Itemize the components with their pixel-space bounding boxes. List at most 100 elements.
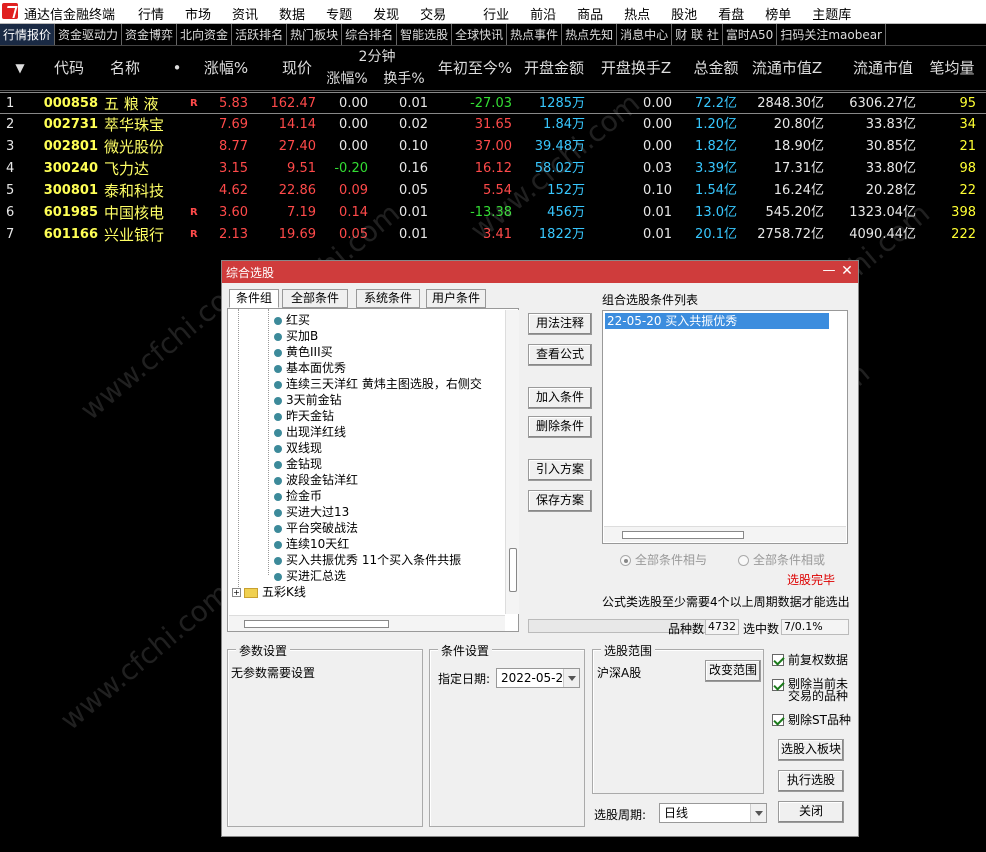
col-total-amount[interactable]: 总金额 <box>690 46 742 91</box>
subtab-item[interactable]: 系统条件 <box>356 289 420 308</box>
table-row[interactable]: 1 000858 五 粮 液 R 5.83 162.47 0.00 0.01 -27.03 128… <box>0 92 986 114</box>
col-float-mcap-z[interactable]: 流通市值Z <box>748 46 826 91</box>
change-range-button[interactable]: 改变范围 <box>705 660 761 682</box>
tab-item[interactable]: 资金驱动力 <box>55 24 123 45</box>
radio-all-or[interactable]: 全部条件相或 <box>738 551 825 568</box>
tree-vscroll-thumb[interactable] <box>509 548 517 592</box>
tab-item[interactable]: 北向资金 <box>177 24 233 45</box>
tab-item[interactable]: 富时A50 <box>723 24 778 45</box>
col-price[interactable]: 现价 <box>274 46 320 91</box>
tree-item[interactable]: 基本面优秀 <box>274 360 346 376</box>
col-name[interactable]: 名称 <box>100 46 150 91</box>
mid-button[interactable]: 用法注释 <box>528 313 592 335</box>
col-code[interactable]: 代码 <box>40 46 98 91</box>
col-2min-change[interactable]: 涨幅% <box>322 68 372 91</box>
mid-button[interactable]: 删除条件 <box>528 416 592 438</box>
action-button[interactable]: 选股入板块 <box>778 739 844 761</box>
mid-button[interactable]: 加入条件 <box>528 387 592 409</box>
menu-item[interactable]: 数据 <box>279 4 305 23</box>
menu-item[interactable]: 行业 <box>483 4 509 23</box>
tab-item[interactable]: 热门板块 <box>287 24 343 45</box>
tree-folder[interactable]: + 五彩K线 <box>232 584 306 600</box>
tree-item[interactable]: 出现洋红线 <box>274 424 346 440</box>
tree-item[interactable]: 买进汇总选 <box>274 568 346 584</box>
menu-item[interactable]: 市场 <box>185 4 211 23</box>
subtab-item[interactable]: 条件组 <box>229 289 279 308</box>
period-select[interactable]: 日线 <box>659 803 767 823</box>
date-picker[interactable]: 2022-05-20 <box>496 668 580 688</box>
chevron-down-icon[interactable] <box>750 804 766 822</box>
tree-item[interactable]: 捡金币 <box>274 488 322 504</box>
tree-item[interactable]: 买进大过13 <box>274 504 349 520</box>
condition-list-hscrollbar[interactable] <box>604 526 846 542</box>
menu-item[interactable]: 交易 <box>420 4 446 23</box>
tree-item[interactable]: 连续10天红 <box>274 536 349 552</box>
menu-item[interactable]: 热点 <box>624 4 650 23</box>
close-icon[interactable]: ✕ <box>840 263 854 279</box>
chevron-down-icon[interactable] <box>563 669 579 687</box>
tree-item[interactable]: 买入共振优秀 11个买入条件共振 <box>274 552 461 568</box>
tree-item[interactable]: 黄色III买 <box>274 344 333 360</box>
menu-item[interactable]: 资讯 <box>232 4 258 23</box>
menu-item[interactable]: 行情 <box>138 4 164 23</box>
radio-all-and[interactable]: 全部条件相与 <box>620 551 707 568</box>
col-open-amount[interactable]: 开盘金额 <box>518 46 590 91</box>
menu-item[interactable]: 主题库 <box>812 4 851 23</box>
tree-item[interactable]: 买加B <box>274 328 318 344</box>
menu-item[interactable]: 股池 <box>671 4 697 23</box>
tree-item[interactable]: 双线现 <box>274 440 322 456</box>
col-2min-turnover[interactable]: 换手% <box>376 68 432 91</box>
tab-item[interactable]: 活跃排名 <box>232 24 288 45</box>
menu-item[interactable]: 看盘 <box>718 4 744 23</box>
col-change-pct[interactable]: 涨幅% <box>200 46 252 91</box>
tree-item[interactable]: 红买 <box>274 312 310 328</box>
tree-item[interactable]: 金钻现 <box>274 456 322 472</box>
tab-item[interactable]: 综合排名 <box>342 24 398 45</box>
tab-item[interactable]: 热点先知 <box>562 24 618 45</box>
table-row[interactable]: 2 002731 萃华珠宝 7.69 14.14 0.00 0.02 31.65 1.84 万 0.… <box>0 114 986 136</box>
tab-item[interactable]: 消息中心 <box>617 24 673 45</box>
tree-item[interactable]: 波段金钻洋红 <box>274 472 358 488</box>
col-open-turnover[interactable]: 开盘换手Z <box>596 46 676 91</box>
tab-item[interactable]: 资金博弈 <box>122 24 178 45</box>
tab-item[interactable]: 行情报价 <box>0 24 56 45</box>
tab-item[interactable]: 扫码关注maobear <box>777 24 886 45</box>
sort-arrow-icon[interactable]: ▼ <box>8 46 32 91</box>
menu-item[interactable]: 榜单 <box>765 4 791 23</box>
tree-item[interactable]: 3天前金钻 <box>274 392 342 408</box>
tree-hscroll-thumb[interactable] <box>244 620 389 628</box>
action-button[interactable]: 执行选股 <box>778 770 844 792</box>
col-avg-per-trade[interactable]: 笔均量 <box>926 46 978 91</box>
mid-button[interactable]: 保存方案 <box>528 490 592 512</box>
tree-item[interactable]: 昨天金钻 <box>274 408 334 424</box>
mid-button[interactable]: 引入方案 <box>528 459 592 481</box>
table-row[interactable]: 4 300240 飞力达 3.15 9.51 -0.20 0.16 16.12 58.02 万 0.… <box>0 158 986 180</box>
checkbox-checked-icon[interactable] <box>772 679 784 691</box>
checkbox-checked-icon[interactable] <box>772 654 784 666</box>
tree-vscrollbar[interactable] <box>505 310 519 614</box>
subtab-item[interactable]: 全部条件 <box>282 289 348 308</box>
tab-item[interactable]: 智能选股 <box>397 24 453 45</box>
tree-item[interactable]: 平台突破战法 <box>274 520 358 536</box>
tree-hscrollbar[interactable] <box>229 615 505 631</box>
table-row[interactable]: 7 601166 兴业银行 R 2.13 19.69 0.05 0.01 3.41 1822 万 0.… <box>0 224 986 246</box>
minimize-icon[interactable]: — <box>822 263 836 279</box>
condition-list-hscroll-thumb[interactable] <box>622 531 744 539</box>
tab-item[interactable]: 财 联 社 <box>672 24 723 45</box>
col-ytd[interactable]: 年初至今% <box>434 46 516 91</box>
menu-item[interactable]: 前沿 <box>530 4 556 23</box>
tab-item[interactable]: 热点事件 <box>507 24 563 45</box>
condition-list-item[interactable]: 22-05-20 买入共振优秀 <box>605 313 829 329</box>
subtab-item[interactable]: 用户条件 <box>426 289 486 308</box>
checkbox-checked-icon[interactable] <box>772 714 784 726</box>
menu-item[interactable]: 发现 <box>373 4 399 23</box>
menu-item[interactable]: 商品 <box>577 4 603 23</box>
option-checkbox[interactable]: 剔除当前未交易的品种 <box>772 678 856 708</box>
menu-item[interactable]: 专题 <box>326 4 352 23</box>
col-float-mcap[interactable]: 流通市值 <box>848 46 918 91</box>
table-row[interactable]: 5 300801 泰和科技 4.62 22.86 0.09 0.05 5.54 152 万 0.10… <box>0 180 986 202</box>
table-row[interactable]: 3 002801 微光股份 8.77 27.40 0.00 0.10 37.00 39.48 万 0… <box>0 136 986 158</box>
tree-item[interactable]: 连续三天洋红 黄炜主图选股，右侧交 <box>274 376 482 392</box>
table-row[interactable]: 6 601985 中国核电 R 3.60 7.19 0.14 0.01 -13.38 456 万 0.… <box>0 202 986 224</box>
expand-icon[interactable]: + <box>232 588 241 597</box>
